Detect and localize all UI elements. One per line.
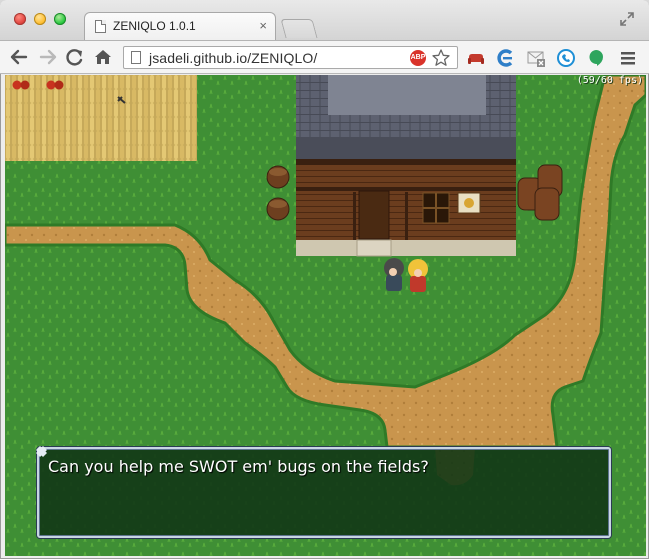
fullscreen-icon[interactable]	[619, 11, 635, 27]
fps-counter: (59/60 fps)	[576, 75, 643, 86]
eclipse-icon[interactable]	[496, 48, 516, 68]
hangouts-icon[interactable]	[586, 48, 606, 68]
dialog-text: Can you help me SWOT em' bugs on the fie…	[48, 457, 429, 476]
new-tab-button[interactable]	[280, 19, 318, 38]
dialog-box[interactable]: Can you help me SWOT em' bugs on the fie…	[36, 446, 611, 538]
browser-window: ZENIQLO 1.0.1 × jsadeli.github.io/ZENIQL…	[0, 0, 649, 559]
browser-toolbar: jsadeli.github.io/ZENIQLO/ ABP	[0, 40, 649, 74]
chrome-menu-icon[interactable]	[618, 48, 638, 68]
forward-arrow-icon[interactable]	[37, 47, 59, 67]
home-icon[interactable]	[92, 47, 114, 67]
url-text: jsadeli.github.io/ZENIQLO/	[149, 50, 318, 66]
skype-icon[interactable]	[556, 48, 576, 68]
page-info-icon[interactable]	[131, 51, 141, 64]
adblock-plus-icon[interactable]: ABP	[410, 50, 426, 66]
cottage	[296, 75, 516, 257]
gmail-checker-icon[interactable]	[526, 48, 546, 68]
zoom-window-button[interactable]	[54, 13, 66, 25]
back-arrow-icon[interactable]	[8, 47, 30, 67]
close-window-button[interactable]	[14, 13, 26, 25]
game-canvas[interactable]: (59/60 fps) Can you help me SWOT em' bug…	[5, 75, 646, 556]
tab-strip: ZENIQLO 1.0.1 ×	[0, 0, 649, 40]
tab-title: ZENIQLO 1.0.1	[113, 19, 196, 33]
tab-close-button[interactable]: ×	[259, 18, 267, 33]
minimize-window-button[interactable]	[34, 13, 46, 25]
bookmark-star-icon[interactable]	[431, 48, 451, 68]
tab-zeniqlo[interactable]: ZENIQLO 1.0.1 ×	[84, 12, 276, 40]
page-icon	[95, 20, 106, 33]
pocket-sofa-icon[interactable]	[466, 48, 486, 68]
address-bar[interactable]: jsadeli.github.io/ZENIQLO/ ABP	[123, 46, 458, 69]
wheat-field	[5, 75, 197, 161]
reload-icon[interactable]	[64, 47, 86, 67]
dialog-corner-ornament-icon	[39, 449, 47, 457]
